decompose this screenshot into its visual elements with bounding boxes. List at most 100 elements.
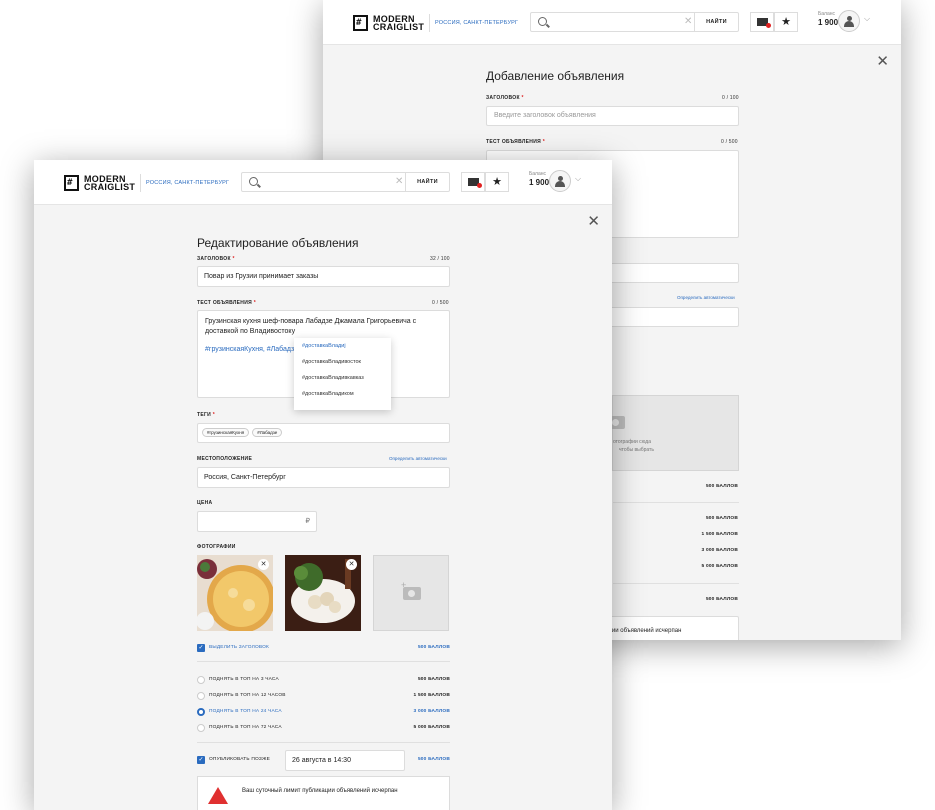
location-link[interactable]: РОССИЯ, САНКТ-ПЕТЕРБУРГ [140, 174, 229, 192]
top-option-radio-selected[interactable] [197, 708, 205, 716]
dropzone-hint-line1: отографии сюда [613, 439, 651, 445]
site-header: # MODERN CRAIGLIST РОССИЯ, САНКТ-ПЕТЕРБУ… [323, 0, 901, 45]
top-option-radio[interactable] [197, 692, 205, 700]
price-label: 500 БАЛЛОВ [705, 484, 738, 489]
user-icon-body [844, 21, 854, 27]
logo-mark: # [64, 175, 79, 191]
dropzone-hint-line2: чтобы выбрать [619, 447, 654, 453]
photo-thumb[interactable]: ✕ [285, 555, 361, 631]
top-option-radio[interactable] [197, 724, 205, 732]
top-option-label[interactable]: ПОДНЯТЬ В ТОП НА 12 ЧАСОВ [209, 693, 286, 698]
autocomplete-item[interactable]: #доставкаВладиј [294, 338, 391, 354]
logo[interactable]: # MODERN CRAIGLIST [64, 174, 135, 192]
headline-input[interactable]: Повар из Грузии принимает заказы [197, 266, 450, 287]
price-label: 1 500 БАЛЛОВ [701, 532, 738, 537]
tag-chip[interactable]: #грузинскаяКухня [202, 428, 250, 437]
logo-mark: # [353, 15, 368, 31]
text-label-text: ТЕСТ ОБЪЯВЛЕНИЯ [486, 139, 541, 145]
text-counter: 0 / 500 [721, 139, 738, 145]
close-icon[interactable]: ✕ [876, 52, 889, 70]
top-option-label[interactable]: ПОДНЯТЬ В ТОП НА 72 ЧАСА [209, 725, 282, 730]
logo-text: MODERN CRAIGLIST [373, 15, 425, 32]
publish-price: 500 БАЛЛОВ [417, 757, 450, 762]
top-option-label[interactable]: ПОДНЯТЬ В ТОП НА 3 ЧАСА [209, 677, 279, 682]
auto-locate-link[interactable]: Определить автоматически [389, 456, 447, 461]
messages-button[interactable] [750, 12, 774, 32]
text-value: Грузинская кухня шеф-повара Лабадзе Джам… [205, 318, 417, 335]
search-button[interactable]: НАЙТИ [694, 13, 738, 31]
required-mark: * [542, 139, 545, 145]
dropzone-hint: отографии сюда чтобы выбрать [613, 438, 654, 454]
price-input[interactable]: ₽ [197, 511, 317, 532]
required-mark: * [232, 256, 235, 262]
tags-label: ТЕГИ * [197, 412, 215, 418]
divider [613, 502, 739, 503]
highlight-checkbox[interactable]: ✓ [197, 644, 205, 652]
location-input[interactable]: Россия, Санкт-Петербург [197, 467, 450, 488]
tags-input[interactable]: #грузинскаяКухня #Лабадзе [197, 423, 450, 443]
tag-chip[interactable]: #Лабадзе [252, 428, 283, 437]
top-option-price: 1 500 БАЛЛОВ [413, 693, 450, 698]
star-icon: ★ [781, 16, 791, 28]
autocomplete-item[interactable]: #доставкаВладивосток [294, 354, 391, 370]
balance: Баланс 1 900 [818, 11, 838, 27]
close-icon[interactable]: ✕ [587, 212, 600, 230]
avatar[interactable] [838, 10, 860, 32]
highlight-price: 500 БАЛЛОВ [417, 645, 450, 650]
headline-label: ЗАГОЛОВОК * [486, 95, 524, 101]
star-icon: ★ [492, 176, 502, 188]
avatar[interactable] [549, 170, 571, 192]
clear-icon[interactable]: ✕ [684, 16, 692, 27]
balance-value: 1 900 [529, 178, 550, 187]
photos-label: ФОТОГРАФИИ [197, 544, 236, 550]
search-icon [538, 17, 547, 26]
chevron-down-icon[interactable]: ⌵ [575, 174, 581, 184]
text-counter: 0 / 500 [432, 300, 449, 306]
auto-locate-link[interactable]: Определить автоматически [677, 295, 735, 300]
logo-text: MODERN CRAIGLIST [84, 175, 136, 192]
warning-icon [208, 787, 228, 804]
messages-button[interactable] [461, 172, 485, 192]
clear-icon[interactable]: ✕ [395, 176, 403, 187]
hashtag-autocomplete: #доставкаВладиј #доставкаВладивосток #до… [294, 338, 391, 410]
required-mark: * [521, 95, 524, 101]
required-mark: * [253, 300, 256, 306]
location-link[interactable]: РОССИЯ, САНКТ-ПЕТЕРБУРГ [429, 14, 518, 32]
price-label: 5 000 БАЛЛОВ [701, 564, 738, 569]
logo[interactable]: # MODERN CRAIGLIST [353, 14, 424, 32]
divider [197, 742, 450, 743]
photo-dropzone[interactable]: отографии сюда чтобы выбрать [607, 395, 739, 471]
site-header: # MODERN CRAIGLIST РОССИЯ, САНКТ-ПЕТЕРБУ… [34, 160, 612, 205]
page-title: Редактирование объявления [197, 236, 359, 250]
highlight-label[interactable]: ВЫДЕЛИТЬ ЗАГОЛОВОК [209, 645, 269, 650]
balance-label: Баланс [818, 11, 836, 17]
publish-later-label[interactable]: ОПУБЛИКОВАТЬ ПОЗЖЕ [209, 757, 270, 762]
top-option-label[interactable]: ПОДНЯТЬ В ТОП НА 24 ЧАСА [209, 709, 282, 714]
favorites-button[interactable]: ★ [485, 172, 509, 192]
logo-line2: CRAIGLIST [84, 182, 136, 192]
autocomplete-item[interactable]: #доставкаВладиком [294, 386, 391, 402]
photo-thumb[interactable]: ✕ [197, 555, 273, 631]
chevron-down-icon[interactable]: ⌵ [864, 14, 870, 24]
search-button[interactable]: НАЙТИ [405, 173, 449, 191]
balance: Баланс 1 900 [529, 171, 549, 187]
headline-label-text: ЗАГОЛОВОК [197, 256, 231, 262]
text-label: ТЕСТ ОБЪЯВЛЕНИЯ * [197, 300, 256, 306]
publish-later-checkbox[interactable]: ✓ [197, 756, 205, 764]
search-input[interactable]: ✕ НАЙТИ [241, 172, 450, 192]
headline-input[interactable]: Введите заголовок объявления [486, 106, 739, 126]
logo-line2: CRAIGLIST [373, 22, 425, 32]
remove-photo-button[interactable]: ✕ [346, 559, 357, 570]
text-label: ТЕСТ ОБЪЯВЛЕНИЯ * [486, 139, 545, 145]
price-label: 500 БАЛЛОВ [705, 516, 738, 521]
plus-icon: + [401, 580, 407, 590]
limit-warning: Ваш суточный лимит публикации объявлений… [197, 776, 450, 810]
notification-dot [477, 183, 482, 188]
search-input[interactable]: ✕ НАЙТИ [530, 12, 739, 32]
favorites-button[interactable]: ★ [774, 12, 798, 32]
add-photo-button[interactable]: + [373, 555, 449, 631]
publish-date-input[interactable]: 26 августа в 14:30 [285, 750, 405, 771]
remove-photo-button[interactable]: ✕ [258, 559, 269, 570]
autocomplete-item[interactable]: #доставкаВладивкавказ [294, 370, 391, 386]
top-option-radio[interactable] [197, 676, 205, 684]
